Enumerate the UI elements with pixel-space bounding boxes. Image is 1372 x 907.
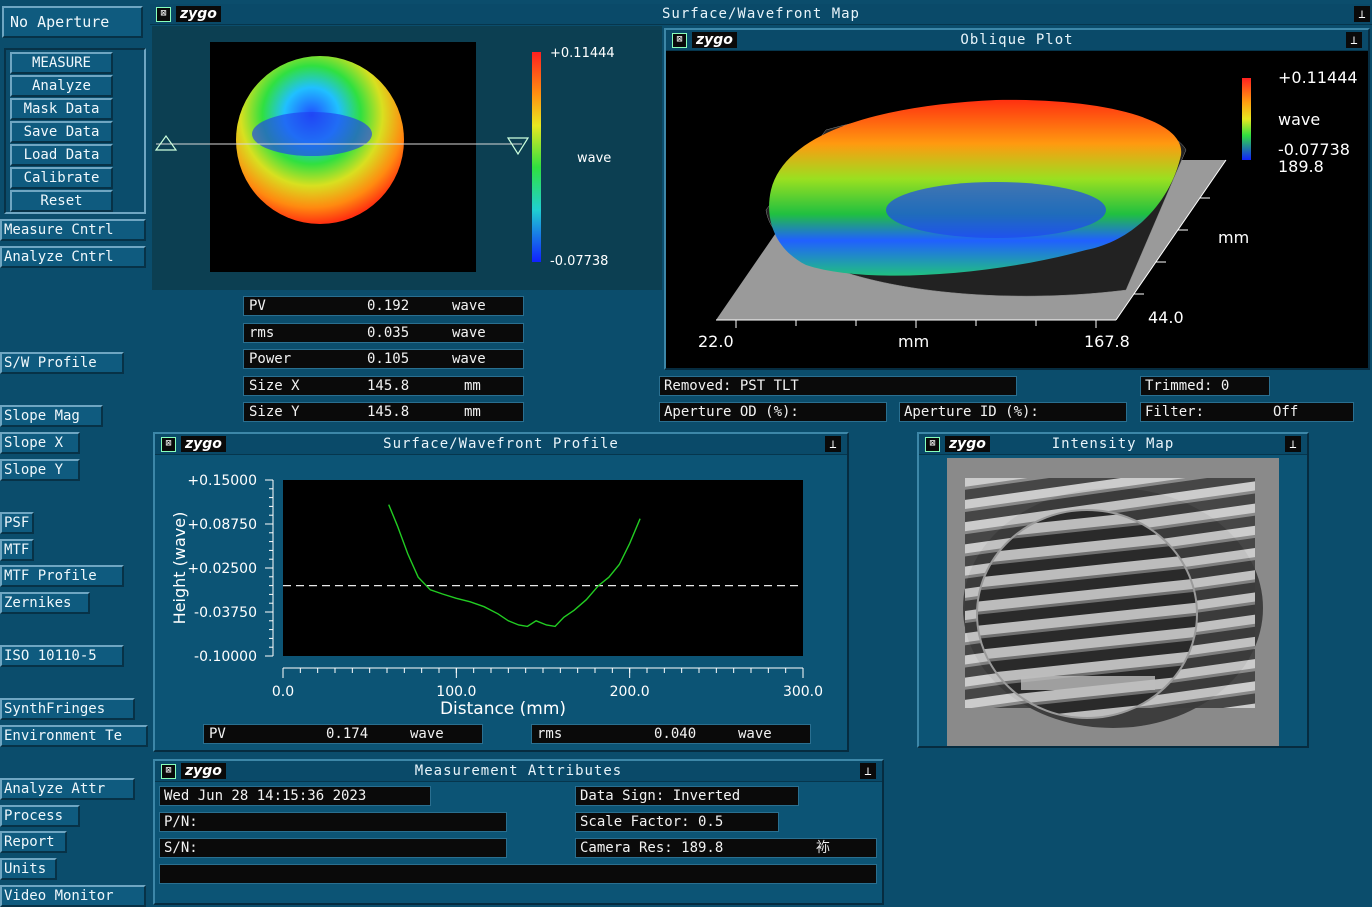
oblique-scale-max: +0.11444 bbox=[1278, 68, 1358, 87]
attributes-title: Measurement Attributes bbox=[414, 763, 623, 779]
surface-map-area: +0.11444 wave -0.07738 bbox=[152, 26, 662, 290]
profile-rms-field: rms 0.040 wave bbox=[531, 724, 811, 744]
load-data-button[interactable]: Load Data bbox=[10, 144, 113, 166]
y-tick-label: +0.15000 bbox=[187, 473, 257, 489]
sn-field[interactable]: S/N: bbox=[159, 838, 507, 858]
measure-button[interactable]: MEASURE bbox=[10, 52, 113, 74]
synth-fringes-button[interactable]: SynthFringes bbox=[0, 698, 135, 720]
y-tick-label: +0.08750 bbox=[187, 517, 257, 533]
aperture-id-field: Aperture ID (%): bbox=[899, 402, 1127, 422]
no-aperture-button[interactable]: No Aperture bbox=[2, 6, 143, 38]
pin-icon[interactable]: ⊥ bbox=[825, 436, 841, 452]
filter-field: Filter: Off bbox=[1140, 402, 1354, 422]
psf-button[interactable]: PSF bbox=[0, 512, 34, 534]
y-tick-label: +0.02500 bbox=[187, 561, 257, 577]
units-button[interactable]: Units bbox=[0, 858, 57, 880]
environment-button[interactable]: Environment Te bbox=[0, 725, 148, 747]
measure-cntrl-button[interactable]: Measure Cntrl bbox=[0, 219, 146, 241]
save-data-button[interactable]: Save Data bbox=[10, 121, 113, 143]
attributes-titlebar: ⊠ zygo Measurement Attributes ⊥ bbox=[155, 761, 882, 782]
oblique-x-axis-label: mm bbox=[898, 332, 930, 351]
intensity-map-window: ⊠ zygo Intensity Map ⊥ bbox=[917, 432, 1309, 748]
intensity-titlebar: ⊠ zygo Intensity Map ⊥ bbox=[919, 434, 1307, 455]
oblique-x-min: 22.0 bbox=[698, 332, 734, 351]
x-tick-label: 100.0 bbox=[436, 684, 476, 700]
pin-icon[interactable]: ⊥ bbox=[1354, 6, 1370, 22]
profile-titlebar: ⊠ zygo Surface/Wavefront Profile ⊥ bbox=[155, 434, 847, 455]
analyze-button[interactable]: Analyze bbox=[10, 75, 113, 97]
iso-10110-button[interactable]: ISO 10110-5 bbox=[0, 645, 124, 667]
x-tick-label: 300.0 bbox=[783, 684, 823, 700]
video-monitor-button[interactable]: Video Monitor bbox=[0, 885, 146, 907]
profile-pv-field: PV 0.174 wave bbox=[203, 724, 483, 744]
x-tick-label: 0.0 bbox=[272, 684, 294, 700]
removed-field: Removed: PST TLT bbox=[659, 376, 1017, 396]
color-scale-bar bbox=[532, 52, 541, 262]
comment-field[interactable] bbox=[159, 864, 877, 884]
intensity-title: Intensity Map bbox=[1051, 436, 1175, 452]
pin-icon[interactable]: ⊥ bbox=[860, 763, 876, 779]
oblique-plot-svg bbox=[716, 78, 1251, 328]
pn-field[interactable]: P/N: bbox=[159, 812, 507, 832]
pin-icon[interactable]: ⊥ bbox=[1285, 436, 1301, 452]
oblique-y-value: 44.0 bbox=[1148, 308, 1184, 327]
stat-pv: PV 0.192 wave bbox=[243, 296, 524, 316]
mtf-button[interactable]: MTF bbox=[0, 539, 34, 561]
y-tick-label: -0.03750 bbox=[194, 605, 257, 621]
mtf-profile-button[interactable]: MTF Profile bbox=[0, 565, 124, 587]
map-scale-max: +0.11444 bbox=[550, 46, 615, 61]
map-scale-unit: wave bbox=[577, 151, 612, 166]
oblique-color-scale bbox=[1242, 78, 1251, 160]
profile-chart: +0.15000 +0.08750 +0.02500 -0.03750 -0.10000… bbox=[170, 473, 823, 718]
stat-size-x: Size X 145.8 mm bbox=[243, 376, 524, 396]
stat-rms: rms 0.035 wave bbox=[243, 323, 524, 343]
x-axis-label: Distance (mm) bbox=[440, 699, 566, 718]
scale-factor-field: Scale Factor: 0.5 bbox=[575, 812, 779, 832]
mask-data-button[interactable]: Mask Data bbox=[10, 98, 113, 120]
process-button[interactable]: Process bbox=[0, 805, 80, 827]
attributes-window: ⊠ zygo Measurement Attributes ⊥ Wed Jun … bbox=[153, 759, 884, 905]
stat-size-y: Size Y 145.8 mm bbox=[243, 402, 524, 422]
surface-map-title: Surface/Wavefront Map bbox=[661, 6, 860, 22]
map-scale-min: -0.07738 bbox=[550, 254, 609, 269]
stat-power: Power 0.105 wave bbox=[243, 349, 524, 369]
profile-start-marker bbox=[154, 134, 178, 151]
profile-window: ⊠ zygo Surface/Wavefront Profile ⊥ +0.15… bbox=[153, 432, 849, 752]
intensity-image bbox=[947, 458, 1279, 746]
oblique-plot-window: ⊠ zygo Oblique Plot ⊥ +0.11444 wave -0.0… bbox=[664, 28, 1370, 370]
oblique-extra-value: 189.8 bbox=[1278, 157, 1324, 176]
analyze-attr-button[interactable]: Analyze Attr bbox=[0, 778, 135, 800]
aperture-od-field: Aperture OD (%): bbox=[659, 402, 887, 422]
y-axis-label: Height (wave) bbox=[170, 512, 189, 625]
report-button[interactable]: Report bbox=[0, 831, 67, 853]
slope-x-button[interactable]: Slope X bbox=[0, 432, 80, 454]
slope-y-button[interactable]: Slope Y bbox=[0, 459, 80, 481]
sw-profile-button[interactable]: S/W Profile bbox=[0, 352, 124, 374]
calibrate-button[interactable]: Calibrate bbox=[10, 167, 113, 189]
analyze-cntrl-button[interactable]: Analyze Cntrl bbox=[0, 246, 146, 268]
profile-plot-area bbox=[283, 480, 803, 656]
y-tick-label: -0.10000 bbox=[194, 649, 257, 665]
pin-icon[interactable]: ⊥ bbox=[1346, 32, 1362, 48]
zernikes-button[interactable]: Zernikes bbox=[0, 592, 90, 614]
trimmed-field: Trimmed: 0 bbox=[1140, 376, 1270, 396]
x-tick-label: 200.0 bbox=[610, 684, 650, 700]
data-sign-field: Data Sign: Inverted bbox=[575, 786, 799, 806]
oblique-x-max: 167.8 bbox=[1084, 332, 1130, 351]
oblique-plot-titlebar: ⊠ zygo Oblique Plot ⊥ bbox=[666, 30, 1368, 51]
oblique-plot-title: Oblique Plot bbox=[960, 32, 1074, 48]
oblique-y-axis-label: mm bbox=[1218, 228, 1250, 247]
profile-end-marker bbox=[506, 137, 530, 156]
reset-button[interactable]: Reset bbox=[10, 190, 113, 212]
profile-title: Surface/Wavefront Profile bbox=[383, 436, 619, 452]
surface-map-titlebar: ⊠ zygo Surface/Wavefront Map ⊥ bbox=[150, 4, 1372, 25]
datetime-field: Wed Jun 28 14:15:36 2023 bbox=[159, 786, 431, 806]
slope-mag-button[interactable]: Slope Mag bbox=[0, 405, 103, 427]
oblique-scale-unit: wave bbox=[1278, 110, 1321, 129]
camera-res-field: Camera Res: 189.8 袮 bbox=[575, 838, 877, 858]
